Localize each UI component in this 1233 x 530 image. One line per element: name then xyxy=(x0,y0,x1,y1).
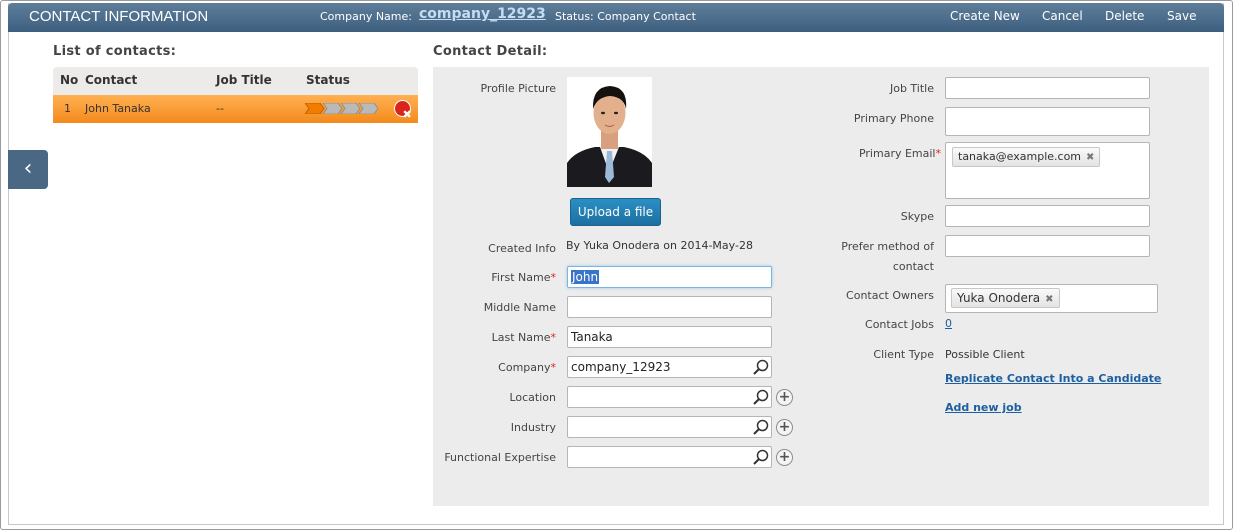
prefer-method-field[interactable] xyxy=(945,235,1150,257)
email-tag-text: tanaka@example.com xyxy=(958,150,1082,163)
company-name-link[interactable]: company_12923 xyxy=(419,6,546,22)
industry-field[interactable] xyxy=(567,416,772,438)
contact-jobs-label: Contact Jobs xyxy=(865,318,934,331)
row-number: 1 xyxy=(64,102,71,115)
prefer-method-label: Prefer method of xyxy=(841,240,934,253)
cancel-button[interactable]: Cancel xyxy=(1042,9,1083,23)
location-field[interactable] xyxy=(567,386,772,408)
add-functional-expertise-button[interactable]: + xyxy=(776,449,793,466)
plus-circle-icon: + xyxy=(778,389,791,405)
add-location-button[interactable]: + xyxy=(776,389,793,406)
status-step-4 xyxy=(358,103,379,114)
primary-phone-label: Primary Phone xyxy=(853,112,934,125)
client-type-value: Possible Client xyxy=(945,348,1025,361)
column-header-contact: Contact xyxy=(85,73,138,87)
primary-email-label: Primary Email* xyxy=(859,147,941,160)
prefer-method-label-contact: contact xyxy=(892,260,934,273)
client-type-label: Client Type xyxy=(873,348,934,361)
middle-name-label: Middle Name xyxy=(483,301,556,314)
contacts-list-title: List of contacts: xyxy=(53,44,177,59)
last-name-label-text: Last Name xyxy=(491,331,551,344)
company-value: company_12923 xyxy=(571,360,671,374)
email-tag: tanaka@example.com ✖ xyxy=(952,147,1101,167)
last-name-label: Last Name* xyxy=(492,331,556,344)
status-step-2 xyxy=(322,103,343,114)
contact-owners-label: Contact Owners xyxy=(846,289,934,302)
delete-button[interactable]: Delete xyxy=(1105,9,1144,23)
company-name-label: Company Name: xyxy=(320,10,412,23)
replicate-contact-link[interactable]: Replicate Contact Into a Candidate xyxy=(945,372,1161,385)
magnifier-icon[interactable] xyxy=(753,389,769,405)
profile-picture-label: Profile Picture xyxy=(480,82,556,95)
back-button[interactable]: ‹ xyxy=(8,150,48,189)
required-marker: * xyxy=(550,271,557,284)
contact-owner-tag: Yuka Onodera ✖ xyxy=(951,288,1060,308)
created-info-label: Created Info xyxy=(488,242,556,255)
status-step-1 xyxy=(305,103,325,114)
status-step-3 xyxy=(340,103,361,114)
contacts-table: No Contact Job Title Status 1 John Tanak… xyxy=(53,67,418,123)
page-title: CONTACT INFORMATION xyxy=(29,8,209,25)
company-field[interactable]: company_12923 xyxy=(567,356,772,378)
job-title-field[interactable] xyxy=(945,77,1150,99)
skype-label: Skype xyxy=(900,210,934,223)
middle-name-field[interactable] xyxy=(567,296,772,318)
row-contact-name: John Tanaka xyxy=(85,102,151,115)
magnifier-icon[interactable] xyxy=(753,419,769,435)
status-text: Status: Company Contact xyxy=(555,10,696,23)
industry-label: Industry xyxy=(510,421,556,434)
plus-circle-icon: + xyxy=(778,449,791,465)
required-marker: * xyxy=(550,331,557,344)
column-header-no: No xyxy=(60,73,79,87)
contact-jobs-link[interactable]: 0 xyxy=(945,317,952,330)
upload-file-button[interactable]: Upload a file xyxy=(570,198,661,226)
last-name-field[interactable]: Tanaka xyxy=(567,326,772,348)
contact-owner-tag-text: Yuka Onodera xyxy=(957,291,1041,305)
add-industry-button[interactable]: + xyxy=(776,419,793,436)
company-label: Company* xyxy=(498,361,556,374)
table-row[interactable]: 1 John Tanaka -- ✖ xyxy=(53,95,418,123)
chevron-left-icon: ‹ xyxy=(23,156,33,181)
required-marker: * xyxy=(550,361,557,374)
first-name-label-text: First Name xyxy=(491,271,551,284)
status-progress-indicator xyxy=(305,103,379,114)
primary-phone-field[interactable] xyxy=(945,107,1150,136)
close-circle-icon: ✖ xyxy=(402,108,412,121)
skype-field[interactable] xyxy=(945,205,1150,227)
company-label-text: Company xyxy=(498,361,551,374)
primary-email-label-text: Primary Email xyxy=(858,147,936,160)
add-new-job-link[interactable]: Add new job xyxy=(945,401,1022,414)
functional-expertise-field[interactable] xyxy=(567,446,772,468)
profile-picture xyxy=(567,77,652,187)
row-job-title: -- xyxy=(216,102,224,115)
x-icon[interactable]: ✖ xyxy=(1086,152,1094,163)
required-marker: * xyxy=(935,147,942,160)
header-bar: CONTACT INFORMATION Company Name: compan… xyxy=(8,3,1224,32)
magnifier-icon[interactable] xyxy=(753,359,769,375)
location-label: Location xyxy=(509,391,556,404)
first-name-value: John xyxy=(571,270,600,284)
first-name-label: First Name* xyxy=(491,271,556,284)
plus-circle-icon: + xyxy=(778,419,791,435)
created-info-value: By Yuka Onodera on 2014-May-28 xyxy=(566,239,753,252)
create-new-button[interactable]: Create New xyxy=(950,9,1020,23)
magnifier-icon[interactable] xyxy=(753,449,769,465)
first-name-field[interactable]: John xyxy=(567,266,772,288)
save-button[interactable]: Save xyxy=(1167,9,1196,23)
functional-expertise-label: Functional Expertise xyxy=(444,451,556,464)
remove-contact-button[interactable]: ✖ xyxy=(394,100,412,121)
person-photo-icon xyxy=(567,77,652,187)
job-title-label: Job Title xyxy=(889,82,934,95)
contacts-table-header: No Contact Job Title Status xyxy=(53,67,418,95)
x-icon[interactable]: ✖ xyxy=(1045,294,1053,305)
contact-detail-title: Contact Detail: xyxy=(433,44,548,59)
column-header-status: Status xyxy=(306,73,350,87)
column-header-job-title: Job Title xyxy=(216,73,272,87)
